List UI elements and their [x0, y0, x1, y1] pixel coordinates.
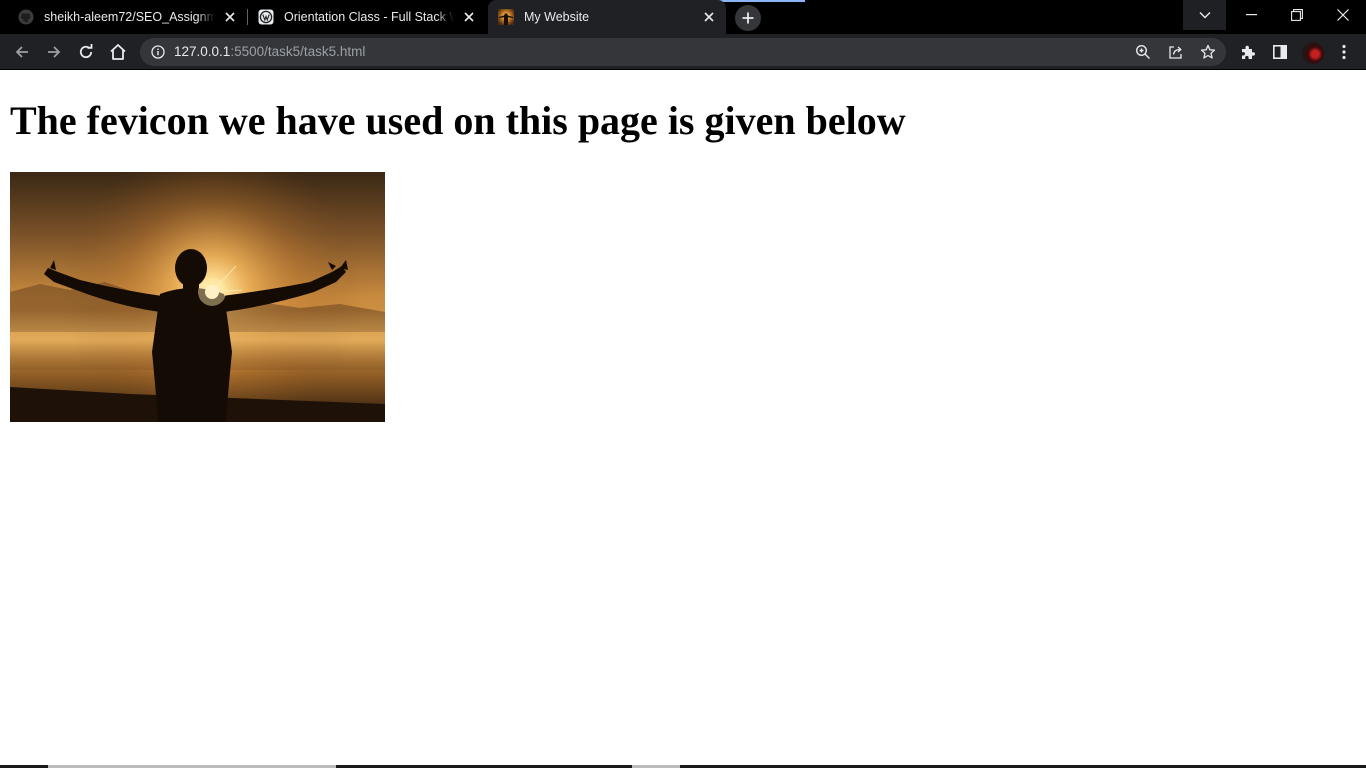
arrow-left-icon	[15, 46, 28, 58]
tab-title: Orientation Class - Full Stack Web	[284, 10, 454, 24]
menu-button[interactable]	[1332, 40, 1356, 64]
new-tab-button[interactable]	[735, 5, 761, 31]
reload-button[interactable]	[72, 38, 100, 66]
site-info-button[interactable]	[150, 44, 166, 60]
star-icon	[1200, 44, 1216, 59]
tab-title: My Website	[524, 10, 590, 24]
plus-icon	[742, 12, 754, 24]
github-icon	[18, 9, 34, 25]
close-icon	[225, 12, 235, 22]
arrow-right-icon	[48, 46, 61, 58]
url-text[interactable]: 127.0.0.1:5500/task5/task5.html	[174, 38, 365, 66]
wordpress-icon	[258, 9, 274, 25]
bookmark-button[interactable]	[1198, 42, 1218, 62]
tab-github[interactable]: sheikh-aleem72/SEO_Assignment	[0, 0, 247, 34]
side-panel-icon	[1273, 45, 1287, 59]
browser-toolbar: 127.0.0.1:5500/task5/task5.html	[0, 34, 1366, 70]
tab-strip: sheikh-aleem72/SEO_Assignment Orientatio…	[0, 0, 1366, 34]
address-bar[interactable]: 127.0.0.1:5500/task5/task5.html	[140, 38, 1226, 66]
close-icon	[1337, 9, 1349, 21]
chevron-down-icon	[1199, 12, 1210, 19]
page-content: The fevicon we have used on this page is…	[0, 70, 1366, 768]
info-icon	[151, 45, 165, 59]
zoom-button[interactable]	[1133, 42, 1153, 62]
share-icon	[1169, 46, 1182, 59]
restore-button[interactable]	[1274, 0, 1320, 30]
zoom-icon	[1135, 44, 1150, 59]
sunset-silhouette-picture	[10, 172, 385, 422]
puzzle-icon	[1242, 45, 1255, 59]
close-tab-button[interactable]	[221, 8, 239, 26]
back-button[interactable]	[8, 38, 36, 66]
restore-icon	[1291, 9, 1303, 21]
minimize-icon	[1245, 14, 1257, 16]
sunset-silhouette-image	[10, 172, 385, 422]
page-heading: The fevicon we have used on this page is…	[10, 98, 906, 143]
sunset-photo-favicon-icon	[498, 9, 514, 25]
close-tab-button[interactable]	[460, 8, 478, 26]
reload-icon	[79, 44, 93, 58]
minimize-button[interactable]	[1228, 0, 1274, 30]
tab-title: sheikh-aleem72/SEO_Assignment	[44, 10, 215, 24]
url-path: :5500/task5/task5.html	[230, 44, 366, 59]
profile-avatar[interactable]	[1302, 42, 1324, 64]
home-icon	[110, 44, 126, 60]
home-button[interactable]	[104, 38, 132, 66]
tab-orientation-class[interactable]: Orientation Class - Full Stack Web	[248, 0, 486, 34]
forward-button[interactable]	[40, 38, 68, 66]
tab-my-website[interactable]: My Website	[488, 0, 726, 34]
url-host: 127.0.0.1	[174, 44, 231, 59]
close-icon	[464, 12, 474, 22]
tab-search-button[interactable]	[1183, 0, 1226, 30]
extensions-button[interactable]	[1236, 40, 1260, 64]
close-tab-button[interactable]	[700, 8, 718, 26]
kebab-menu-icon	[1342, 44, 1346, 60]
close-window-button[interactable]	[1320, 0, 1366, 30]
close-icon	[704, 12, 714, 22]
side-panel-button[interactable]	[1268, 40, 1292, 64]
share-button[interactable]	[1166, 42, 1186, 62]
